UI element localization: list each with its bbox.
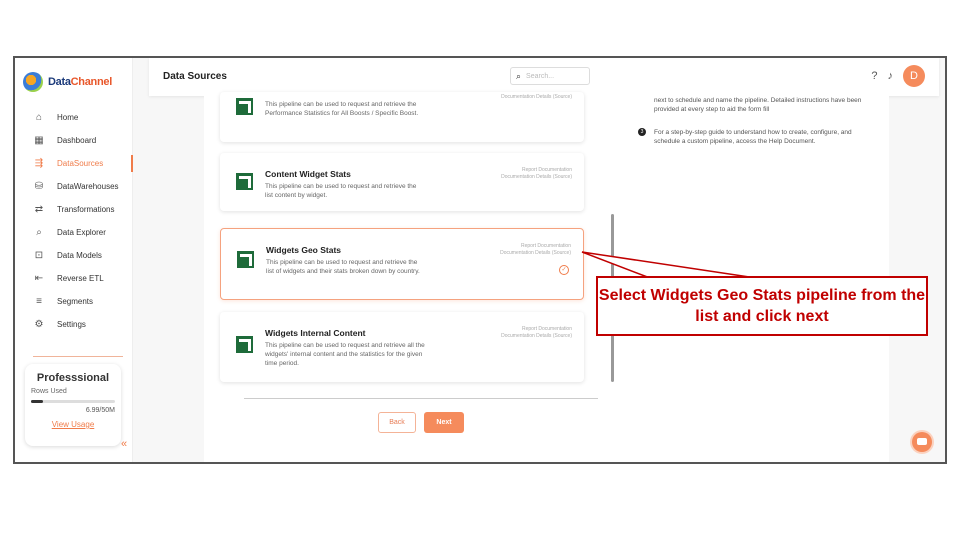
pipeline-logo-icon xyxy=(236,173,253,190)
sidebar-nav: ⌂ Home ▦ Dashboard ⇶ DataSources ⛁ DataWareh… xyxy=(15,106,133,336)
callout-annotation: Select Widgets Geo Stats pipeline from t… xyxy=(596,276,928,336)
pipeline-card[interactable]: Widgets Internal Content This pipeline c… xyxy=(220,312,584,382)
sidebar: DataChannel ⌂ Home ▦ Dashboard ⇶ DataSource… xyxy=(15,58,133,462)
sidebar-item-label: DataWarehouses xyxy=(57,182,119,191)
pipeline-card[interactable]: This pipeline can be used to request and… xyxy=(220,92,584,142)
pipeline-doc-links[interactable]: Report Documentation Documentation Detai… xyxy=(500,243,571,257)
instruction-text: For a step-by-step guide to understand h… xyxy=(654,129,852,145)
explorer-icon: ⌕ xyxy=(36,226,42,238)
pipeline-title: Widgets Geo Stats xyxy=(266,245,342,255)
pipeline-title: Content Widget Stats xyxy=(265,169,351,179)
help-icon[interactable]: ? xyxy=(871,70,877,82)
sidebar-item-datawarehouses[interactable]: ⛁ DataWarehouses xyxy=(15,175,133,198)
sidebar-divider xyxy=(33,356,123,357)
dashboard-icon: ▦ xyxy=(34,134,44,146)
models-icon: ⊡ xyxy=(34,249,44,261)
sidebar-item-segments[interactable]: ≡ Segments xyxy=(15,290,133,313)
pipeline-doc-links[interactable]: Report Documentation Documentation Detai… xyxy=(501,326,572,340)
check-circle-icon: ✓ xyxy=(559,265,569,275)
segments-icon: ≡ xyxy=(36,295,42,307)
top-header: Data Sources ⌕ Search... ? ♪ D xyxy=(149,58,939,96)
pipeline-description: This pipeline can be used to request and… xyxy=(265,183,417,199)
sidebar-item-label: Segments xyxy=(57,297,94,306)
sidebar-item-label: Data Models xyxy=(57,251,102,260)
back-button[interactable]: Back xyxy=(378,412,416,433)
pipeline-title: Widgets Internal Content xyxy=(265,328,366,338)
search-icon: ⌕ xyxy=(516,70,522,81)
logo-text-part2: Channel xyxy=(70,76,113,88)
sidebar-item-datasources[interactable]: ⇶ DataSources xyxy=(15,152,133,175)
plan-usage: 6.99/50M xyxy=(85,407,115,414)
instruction-step: 3 For a step-by-step guide to understand… xyxy=(638,128,874,146)
app-window: DataChannel ⌂ Home ▦ Dashboard ⇶ DataSource… xyxy=(13,56,947,464)
avatar[interactable]: D xyxy=(903,65,925,87)
pipeline-logo-icon xyxy=(236,98,253,115)
pipeline-logo-icon xyxy=(237,251,254,268)
logo-icon xyxy=(23,72,43,92)
sidebar-item-settings[interactable]: ⚙ Settings xyxy=(15,313,133,336)
sidebar-item-home[interactable]: ⌂ Home xyxy=(15,106,133,129)
divider xyxy=(244,398,598,399)
reverse-etl-icon: ⇤ xyxy=(34,272,44,284)
database-icon: ⛁ xyxy=(34,180,44,192)
usage-progress-bar xyxy=(31,400,115,403)
logo[interactable]: DataChannel xyxy=(23,72,112,92)
pipeline-description: This pipeline can be used to request and… xyxy=(266,259,420,275)
sidebar-item-label: Reverse ETL xyxy=(57,274,104,283)
chat-icon[interactable] xyxy=(912,432,932,452)
pipeline-doc-links[interactable]: Documentation Details (Source) xyxy=(501,94,572,101)
sidebar-item-data-models[interactable]: ⊡ Data Models xyxy=(15,244,133,267)
pipeline-description: This pipeline can be used to request and… xyxy=(265,101,419,117)
usage-progress-fill xyxy=(31,400,43,403)
sidebar-item-label: Transformations xyxy=(57,205,115,214)
sidebar-item-label: Data Explorer xyxy=(57,228,106,237)
search-input[interactable]: ⌕ Search... xyxy=(510,67,590,85)
gear-icon: ⚙ xyxy=(34,318,44,330)
pipeline-doc-links[interactable]: Report Documentation Documentation Detai… xyxy=(501,167,572,181)
plan-rows-label: Rows Used xyxy=(31,388,67,395)
plan-card: Professsional Rows Used 6.99/50M View Us… xyxy=(25,364,121,446)
search-placeholder: Search... xyxy=(526,72,555,80)
transform-icon: ⇄ xyxy=(34,203,44,215)
next-button[interactable]: Next xyxy=(424,412,464,433)
home-icon: ⌂ xyxy=(35,111,43,123)
sidebar-item-data-explorer[interactable]: ⌕ Data Explorer xyxy=(15,221,133,244)
datasources-icon: ⇶ xyxy=(34,157,44,169)
pipeline-description: This pipeline can be used to request and… xyxy=(265,342,425,367)
collapse-sidebar-icon[interactable]: « xyxy=(121,438,127,450)
logo-text: DataChannel xyxy=(48,76,112,88)
sidebar-item-label: Dashboard xyxy=(57,136,97,145)
sidebar-item-dashboard[interactable]: ▦ Dashboard xyxy=(15,129,133,152)
step-number: 3 xyxy=(638,128,646,136)
logo-text-part1: Data xyxy=(48,76,71,88)
sidebar-item-reverse-etl[interactable]: ⇤ Reverse ETL xyxy=(15,267,133,290)
instruction-text: next to schedule and name the pipeline. … xyxy=(654,97,862,113)
bell-icon[interactable]: ♪ xyxy=(888,70,894,82)
view-usage-link[interactable]: View Usage xyxy=(31,420,115,429)
sidebar-item-label: Home xyxy=(57,113,79,122)
sidebar-item-label: DataSources xyxy=(57,159,104,168)
sidebar-item-transformations[interactable]: ⇄ Transformations xyxy=(15,198,133,221)
instruction-step: next to schedule and name the pipeline. … xyxy=(638,96,874,114)
pipeline-card-selected[interactable]: Widgets Geo Stats This pipeline can be u… xyxy=(220,228,584,300)
pipeline-card[interactable]: Content Widget Stats This pipeline can b… xyxy=(220,153,584,211)
plan-name: Professsional xyxy=(36,372,110,384)
sidebar-item-label: Settings xyxy=(57,320,86,329)
header-actions: ? ♪ D xyxy=(871,65,925,87)
pipeline-logo-icon xyxy=(236,336,253,353)
page-title: Data Sources xyxy=(163,71,227,82)
